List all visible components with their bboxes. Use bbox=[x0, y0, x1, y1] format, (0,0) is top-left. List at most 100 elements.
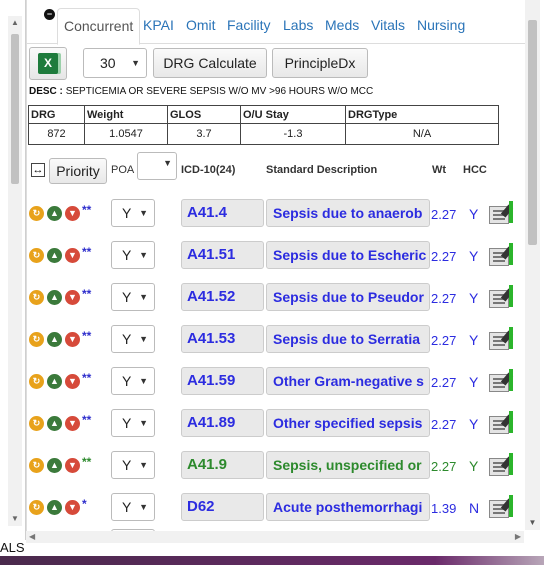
hcc-flag: Y bbox=[469, 248, 479, 264]
thumbs-up-icon[interactable]: ▲ bbox=[47, 206, 62, 221]
diagnosis-description[interactable]: Sepsis due to Escheric bbox=[266, 241, 430, 269]
icd-code[interactable]: A41.9 bbox=[181, 451, 264, 479]
icd-code[interactable]: A41.59 bbox=[181, 367, 264, 395]
refresh-icon[interactable]: ↻ bbox=[29, 500, 44, 515]
icd-code[interactable]: D62 bbox=[181, 493, 264, 521]
edit-icon[interactable] bbox=[489, 332, 509, 350]
poa-value: Y bbox=[122, 415, 132, 431]
drg-value: 872 bbox=[28, 123, 85, 145]
poa-value: Y bbox=[122, 499, 132, 515]
thumbs-up-icon[interactable]: ▲ bbox=[47, 500, 62, 515]
thumbs-down-icon[interactable]: ▼ bbox=[65, 206, 80, 221]
diagnosis-description[interactable]: Sepsis due to Pseudor bbox=[266, 283, 430, 311]
weight-header: Weight bbox=[84, 105, 168, 124]
refresh-icon[interactable]: ↻ bbox=[29, 248, 44, 263]
severity-stars: * bbox=[82, 497, 87, 511]
poa-select[interactable]: Y ▼ bbox=[111, 409, 155, 437]
poa-select[interactable]: Y ▼ bbox=[111, 283, 155, 311]
thumbs-up-icon[interactable]: ▲ bbox=[47, 332, 62, 347]
coding-panel: − Concurrent KPAI Omit Facility Labs Med… bbox=[26, 0, 540, 540]
scroll-left-icon[interactable]: ◀ bbox=[29, 531, 35, 543]
poa-select[interactable]: Y ▼ bbox=[111, 451, 155, 479]
thumbs-up-icon[interactable]: ▲ bbox=[47, 374, 62, 389]
icd-code[interactable]: A41.52 bbox=[181, 283, 264, 311]
thumbs-down-icon[interactable]: ▼ bbox=[65, 374, 80, 389]
thumbs-down-icon[interactable]: ▼ bbox=[65, 458, 80, 473]
tab-labs[interactable]: Labs bbox=[283, 17, 313, 33]
edit-icon[interactable] bbox=[489, 248, 509, 266]
tab-nursing[interactable]: Nursing bbox=[417, 17, 465, 33]
diagnosis-description[interactable]: Acute posthemorrhagi bbox=[266, 493, 430, 521]
thumbs-up-icon[interactable]: ▲ bbox=[47, 248, 62, 263]
principledx-button[interactable]: PrincipleDx bbox=[272, 48, 368, 78]
thumbs-down-icon[interactable]: ▼ bbox=[65, 248, 80, 263]
taskbar-strip bbox=[0, 556, 544, 565]
poa-select[interactable]: Y ▼ bbox=[111, 493, 155, 521]
bottom-label: ALS bbox=[0, 540, 25, 555]
tab-omit[interactable]: Omit bbox=[186, 17, 216, 33]
icd-code[interactable]: A41.89 bbox=[181, 409, 264, 437]
scroll-thumb[interactable] bbox=[528, 20, 537, 245]
thumbs-up-icon[interactable]: ▲ bbox=[47, 458, 62, 473]
main-scrollbar[interactable]: ▼ bbox=[525, 0, 540, 530]
poa-select[interactable]: Y ▼ bbox=[111, 325, 155, 353]
diagnosis-row: ↻ ▲ ▼ ** Y ▼ A41.9 Sepsis, unspecified or 2.27 Y bbox=[27, 451, 540, 493]
diagnosis-description[interactable]: Sepsis, unspecified or bbox=[266, 451, 430, 479]
poa-select[interactable]: Y ▼ bbox=[111, 367, 155, 395]
scroll-up-icon[interactable]: ▲ bbox=[8, 16, 22, 30]
thumbs-down-icon[interactable]: ▼ bbox=[65, 500, 80, 515]
drgtype-value: N/A bbox=[345, 123, 499, 145]
poa-select[interactable]: Y ▼ bbox=[111, 199, 155, 227]
diagnosis-description[interactable]: Other specified sepsis bbox=[266, 409, 430, 437]
icd-code[interactable]: A41.4 bbox=[181, 199, 264, 227]
expand-columns-icon[interactable]: ↔ bbox=[31, 163, 45, 177]
tab-facility[interactable]: Facility bbox=[227, 17, 271, 33]
refresh-icon[interactable]: ↻ bbox=[29, 332, 44, 347]
refresh-icon[interactable]: ↻ bbox=[29, 206, 44, 221]
thumbs-down-icon[interactable]: ▼ bbox=[65, 416, 80, 431]
drgtype-header: DRGType bbox=[345, 105, 499, 124]
thumbs-down-icon[interactable]: ▼ bbox=[65, 290, 80, 305]
close-icon[interactable]: − bbox=[44, 9, 55, 20]
scroll-down-icon[interactable]: ▼ bbox=[8, 512, 22, 526]
horizontal-scrollbar[interactable]: ◀ ▶ bbox=[26, 531, 524, 543]
edit-icon[interactable] bbox=[489, 500, 509, 518]
left-scrollbar[interactable]: ▲ ▼ bbox=[8, 16, 22, 526]
drg-description: DESC : SEPTICEMIA OR SEVERE SEPSIS W/O M… bbox=[29, 86, 373, 97]
edit-icon[interactable] bbox=[489, 374, 509, 392]
edit-icon[interactable] bbox=[489, 206, 509, 224]
export-excel-button[interactable]: X bbox=[29, 47, 67, 80]
diagnosis-description[interactable]: Sepsis due to anaerob bbox=[266, 199, 430, 227]
edit-icon[interactable] bbox=[489, 458, 509, 476]
thumbs-up-icon[interactable]: ▲ bbox=[47, 290, 62, 305]
tab-concurrent[interactable]: Concurrent bbox=[57, 8, 141, 45]
edit-icon[interactable] bbox=[489, 290, 509, 308]
diagnosis-description[interactable]: Other Gram-negative s bbox=[266, 367, 430, 395]
chevron-down-icon: ▼ bbox=[139, 502, 148, 512]
refresh-icon[interactable]: ↻ bbox=[29, 290, 44, 305]
refresh-icon[interactable]: ↻ bbox=[29, 416, 44, 431]
scroll-right-icon[interactable]: ▶ bbox=[515, 531, 521, 543]
tab-vitals[interactable]: Vitals bbox=[371, 17, 405, 33]
tab-meds[interactable]: Meds bbox=[325, 17, 359, 33]
status-indicator bbox=[509, 495, 513, 517]
priority-button[interactable]: Priority bbox=[49, 158, 107, 184]
scroll-thumb[interactable] bbox=[11, 34, 19, 184]
refresh-icon[interactable]: ↻ bbox=[29, 374, 44, 389]
drg-calculate-button[interactable]: DRG Calculate bbox=[153, 48, 267, 78]
edit-icon[interactable] bbox=[489, 416, 509, 434]
thumbs-down-icon[interactable]: ▼ bbox=[65, 332, 80, 347]
description-header: Standard Description bbox=[266, 164, 378, 176]
refresh-icon[interactable]: ↻ bbox=[29, 458, 44, 473]
weight-col-header: Wt bbox=[432, 164, 447, 176]
icd-code[interactable]: A41.53 bbox=[181, 325, 264, 353]
icd-code[interactable]: A41.51 bbox=[181, 241, 264, 269]
thumbs-up-icon[interactable]: ▲ bbox=[47, 416, 62, 431]
diagnosis-description[interactable]: Sepsis due to Serratia bbox=[266, 325, 430, 353]
poa-filter-select[interactable]: ▼ bbox=[137, 152, 177, 180]
scroll-down-icon[interactable]: ▼ bbox=[525, 516, 540, 530]
poa-select[interactable]: Y ▼ bbox=[111, 241, 155, 269]
count-select[interactable]: 30 ▼ bbox=[83, 48, 147, 78]
hcc-flag: Y bbox=[469, 374, 479, 390]
tab-kpai[interactable]: KPAI bbox=[143, 17, 174, 33]
